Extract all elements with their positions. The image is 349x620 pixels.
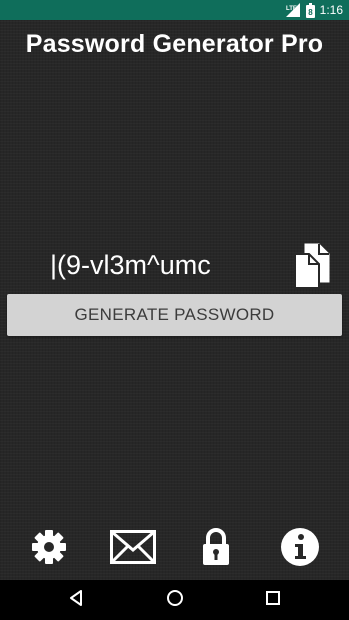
back-button[interactable] — [65, 589, 87, 611]
copy-icon — [291, 243, 335, 294]
copy-button[interactable] — [291, 242, 335, 290]
signal-icon: LTE — [285, 3, 301, 17]
battery-level: 8 — [308, 8, 313, 17]
password-display: |(9-vl3m^umc — [50, 250, 211, 280]
bottom-toolbar — [0, 527, 349, 567]
clock: 1:16 — [319, 3, 343, 17]
lock-icon — [201, 527, 231, 571]
gear-icon — [30, 528, 68, 571]
recents-button[interactable] — [262, 589, 284, 611]
generate-password-button[interactable]: GENERATE PASSWORD — [7, 294, 342, 336]
back-icon — [69, 589, 83, 611]
home-icon — [166, 589, 184, 612]
app-title: Password Generator Pro — [25, 30, 324, 58]
network-label: LTE — [286, 6, 297, 12]
mail-icon — [110, 529, 156, 569]
status-bar: LTE 8 1:16 — [0, 0, 349, 20]
lock-button[interactable] — [194, 527, 238, 571]
system-nav-bar — [0, 580, 349, 620]
recents-icon — [266, 590, 280, 610]
battery-icon: 8 — [305, 2, 315, 18]
info-button[interactable] — [278, 527, 322, 571]
settings-button[interactable] — [27, 527, 71, 571]
info-icon — [280, 527, 320, 572]
email-button[interactable] — [110, 527, 156, 571]
home-button[interactable] — [164, 589, 186, 611]
app-content: Password Generator Pro |(9-vl3m^umc GENE… — [0, 20, 349, 580]
status-icons: LTE 8 1:16 — [285, 2, 343, 18]
